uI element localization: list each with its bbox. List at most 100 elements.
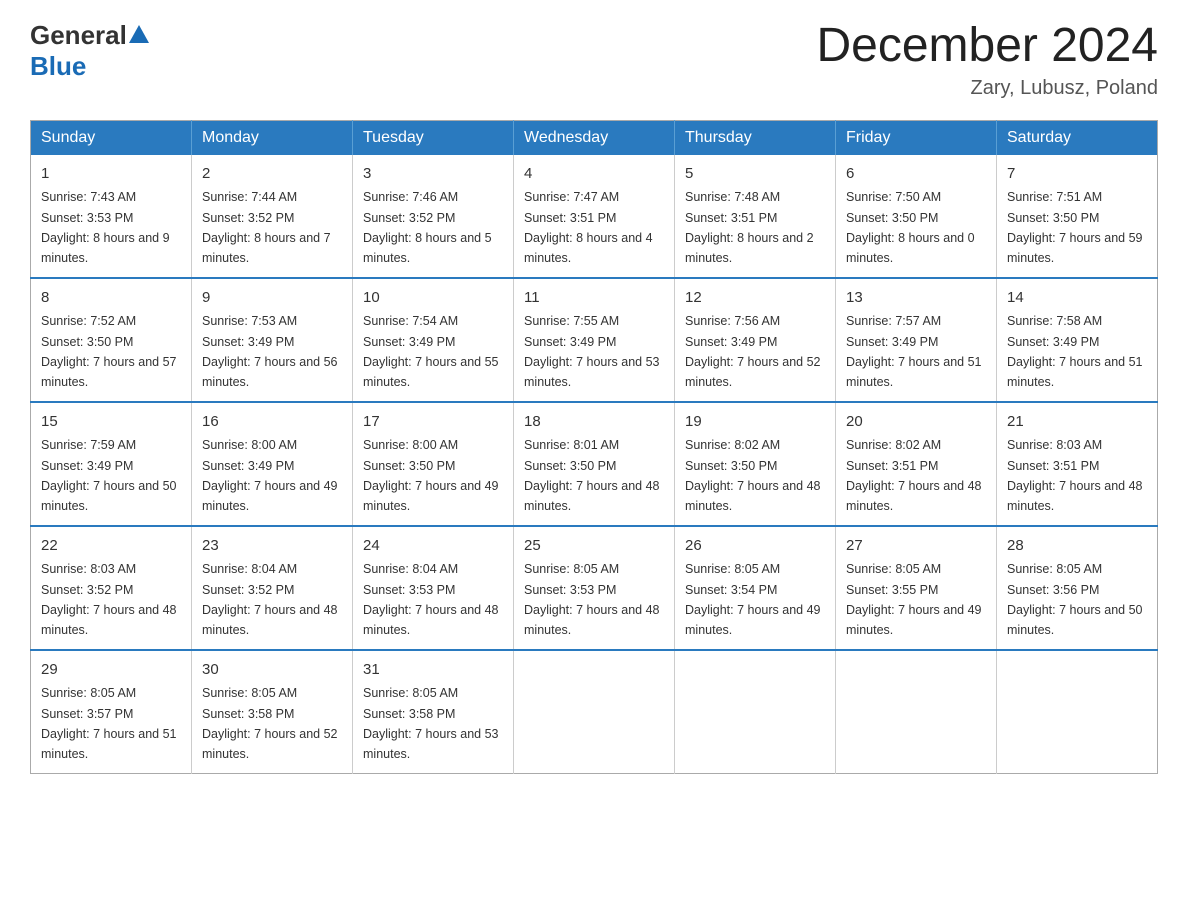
day-cell: 16 Sunrise: 8:00 AMSunset: 3:49 PMDaylig… <box>192 402 353 526</box>
day-cell: 13 Sunrise: 7:57 AMSunset: 3:49 PMDaylig… <box>836 278 997 402</box>
day-number: 9 <box>202 287 342 310</box>
day-cell <box>997 650 1158 774</box>
weekday-header-sunday: Sunday <box>31 120 192 155</box>
day-cell: 29 Sunrise: 8:05 AMSunset: 3:57 PMDaylig… <box>31 650 192 774</box>
day-number: 26 <box>685 535 825 558</box>
logo-blue-text: Blue <box>30 51 86 82</box>
day-cell: 6 Sunrise: 7:50 AMSunset: 3:50 PMDayligh… <box>836 155 997 278</box>
day-cell: 27 Sunrise: 8:05 AMSunset: 3:55 PMDaylig… <box>836 526 997 650</box>
day-number: 20 <box>846 411 986 434</box>
day-cell: 28 Sunrise: 8:05 AMSunset: 3:56 PMDaylig… <box>997 526 1158 650</box>
day-cell: 3 Sunrise: 7:46 AMSunset: 3:52 PMDayligh… <box>353 155 514 278</box>
day-cell: 19 Sunrise: 8:02 AMSunset: 3:50 PMDaylig… <box>675 402 836 526</box>
day-info: Sunrise: 8:05 AMSunset: 3:58 PMDaylight:… <box>202 686 338 761</box>
day-info: Sunrise: 8:05 AMSunset: 3:55 PMDaylight:… <box>846 562 982 637</box>
day-cell: 21 Sunrise: 8:03 AMSunset: 3:51 PMDaylig… <box>997 402 1158 526</box>
day-cell: 24 Sunrise: 8:04 AMSunset: 3:53 PMDaylig… <box>353 526 514 650</box>
day-cell <box>836 650 997 774</box>
day-cell: 18 Sunrise: 8:01 AMSunset: 3:50 PMDaylig… <box>514 402 675 526</box>
day-cell: 7 Sunrise: 7:51 AMSunset: 3:50 PMDayligh… <box>997 155 1158 278</box>
day-info: Sunrise: 7:46 AMSunset: 3:52 PMDaylight:… <box>363 190 492 265</box>
logo-general-text: General <box>30 20 127 51</box>
week-row-1: 1 Sunrise: 7:43 AMSunset: 3:53 PMDayligh… <box>31 155 1158 278</box>
day-number: 10 <box>363 287 503 310</box>
day-cell: 30 Sunrise: 8:05 AMSunset: 3:58 PMDaylig… <box>192 650 353 774</box>
day-info: Sunrise: 7:55 AMSunset: 3:49 PMDaylight:… <box>524 314 660 389</box>
day-number: 21 <box>1007 411 1147 434</box>
day-cell: 26 Sunrise: 8:05 AMSunset: 3:54 PMDaylig… <box>675 526 836 650</box>
page-header: General Blue December 2024 Zary, Lubusz,… <box>30 20 1158 100</box>
day-info: Sunrise: 8:05 AMSunset: 3:58 PMDaylight:… <box>363 686 499 761</box>
day-info: Sunrise: 8:05 AMSunset: 3:53 PMDaylight:… <box>524 562 660 637</box>
weekday-header-saturday: Saturday <box>997 120 1158 155</box>
weekday-header-monday: Monday <box>192 120 353 155</box>
day-cell: 2 Sunrise: 7:44 AMSunset: 3:52 PMDayligh… <box>192 155 353 278</box>
day-number: 13 <box>846 287 986 310</box>
day-cell: 4 Sunrise: 7:47 AMSunset: 3:51 PMDayligh… <box>514 155 675 278</box>
day-cell <box>514 650 675 774</box>
day-info: Sunrise: 8:05 AMSunset: 3:57 PMDaylight:… <box>41 686 177 761</box>
day-info: Sunrise: 8:00 AMSunset: 3:50 PMDaylight:… <box>363 438 499 513</box>
weekday-header-tuesday: Tuesday <box>353 120 514 155</box>
day-number: 30 <box>202 659 342 682</box>
day-info: Sunrise: 7:57 AMSunset: 3:49 PMDaylight:… <box>846 314 982 389</box>
day-info: Sunrise: 8:05 AMSunset: 3:54 PMDaylight:… <box>685 562 821 637</box>
day-info: Sunrise: 7:56 AMSunset: 3:49 PMDaylight:… <box>685 314 821 389</box>
day-number: 23 <box>202 535 342 558</box>
day-info: Sunrise: 8:03 AMSunset: 3:51 PMDaylight:… <box>1007 438 1143 513</box>
day-cell <box>675 650 836 774</box>
day-info: Sunrise: 7:47 AMSunset: 3:51 PMDaylight:… <box>524 190 653 265</box>
day-number: 4 <box>524 163 664 186</box>
day-number: 14 <box>1007 287 1147 310</box>
title-section: December 2024 Zary, Lubusz, Poland <box>816 20 1158 100</box>
day-info: Sunrise: 7:53 AMSunset: 3:49 PMDaylight:… <box>202 314 338 389</box>
day-cell: 31 Sunrise: 8:05 AMSunset: 3:58 PMDaylig… <box>353 650 514 774</box>
day-number: 6 <box>846 163 986 186</box>
day-number: 29 <box>41 659 181 682</box>
day-cell: 5 Sunrise: 7:48 AMSunset: 3:51 PMDayligh… <box>675 155 836 278</box>
day-info: Sunrise: 8:04 AMSunset: 3:52 PMDaylight:… <box>202 562 338 637</box>
day-info: Sunrise: 7:51 AMSunset: 3:50 PMDaylight:… <box>1007 190 1143 265</box>
day-number: 19 <box>685 411 825 434</box>
day-info: Sunrise: 8:02 AMSunset: 3:51 PMDaylight:… <box>846 438 982 513</box>
day-info: Sunrise: 8:02 AMSunset: 3:50 PMDaylight:… <box>685 438 821 513</box>
day-number: 28 <box>1007 535 1147 558</box>
day-info: Sunrise: 8:01 AMSunset: 3:50 PMDaylight:… <box>524 438 660 513</box>
location-text: Zary, Lubusz, Poland <box>816 77 1158 100</box>
day-info: Sunrise: 8:00 AMSunset: 3:49 PMDaylight:… <box>202 438 338 513</box>
day-number: 22 <box>41 535 181 558</box>
weekday-header-wednesday: Wednesday <box>514 120 675 155</box>
day-number: 16 <box>202 411 342 434</box>
week-row-4: 22 Sunrise: 8:03 AMSunset: 3:52 PMDaylig… <box>31 526 1158 650</box>
day-number: 2 <box>202 163 342 186</box>
day-number: 24 <box>363 535 503 558</box>
weekday-header-row: SundayMondayTuesdayWednesdayThursdayFrid… <box>31 120 1158 155</box>
day-number: 8 <box>41 287 181 310</box>
day-info: Sunrise: 7:50 AMSunset: 3:50 PMDaylight:… <box>846 190 975 265</box>
day-info: Sunrise: 8:05 AMSunset: 3:56 PMDaylight:… <box>1007 562 1143 637</box>
day-cell: 11 Sunrise: 7:55 AMSunset: 3:49 PMDaylig… <box>514 278 675 402</box>
day-info: Sunrise: 7:58 AMSunset: 3:49 PMDaylight:… <box>1007 314 1143 389</box>
day-number: 12 <box>685 287 825 310</box>
logo-triangle-icon <box>129 25 149 43</box>
day-cell: 14 Sunrise: 7:58 AMSunset: 3:49 PMDaylig… <box>997 278 1158 402</box>
day-info: Sunrise: 7:43 AMSunset: 3:53 PMDaylight:… <box>41 190 170 265</box>
day-number: 31 <box>363 659 503 682</box>
day-cell: 17 Sunrise: 8:00 AMSunset: 3:50 PMDaylig… <box>353 402 514 526</box>
week-row-3: 15 Sunrise: 7:59 AMSunset: 3:49 PMDaylig… <box>31 402 1158 526</box>
day-cell: 15 Sunrise: 7:59 AMSunset: 3:49 PMDaylig… <box>31 402 192 526</box>
week-row-2: 8 Sunrise: 7:52 AMSunset: 3:50 PMDayligh… <box>31 278 1158 402</box>
weekday-header-friday: Friday <box>836 120 997 155</box>
day-cell: 1 Sunrise: 7:43 AMSunset: 3:53 PMDayligh… <box>31 155 192 278</box>
day-info: Sunrise: 8:04 AMSunset: 3:53 PMDaylight:… <box>363 562 499 637</box>
logo: General Blue <box>30 20 149 82</box>
month-title: December 2024 <box>816 20 1158 73</box>
day-number: 15 <box>41 411 181 434</box>
day-number: 5 <box>685 163 825 186</box>
weekday-header-thursday: Thursday <box>675 120 836 155</box>
day-cell: 25 Sunrise: 8:05 AMSunset: 3:53 PMDaylig… <box>514 526 675 650</box>
day-number: 17 <box>363 411 503 434</box>
day-cell: 8 Sunrise: 7:52 AMSunset: 3:50 PMDayligh… <box>31 278 192 402</box>
day-info: Sunrise: 7:52 AMSunset: 3:50 PMDaylight:… <box>41 314 177 389</box>
day-number: 18 <box>524 411 664 434</box>
